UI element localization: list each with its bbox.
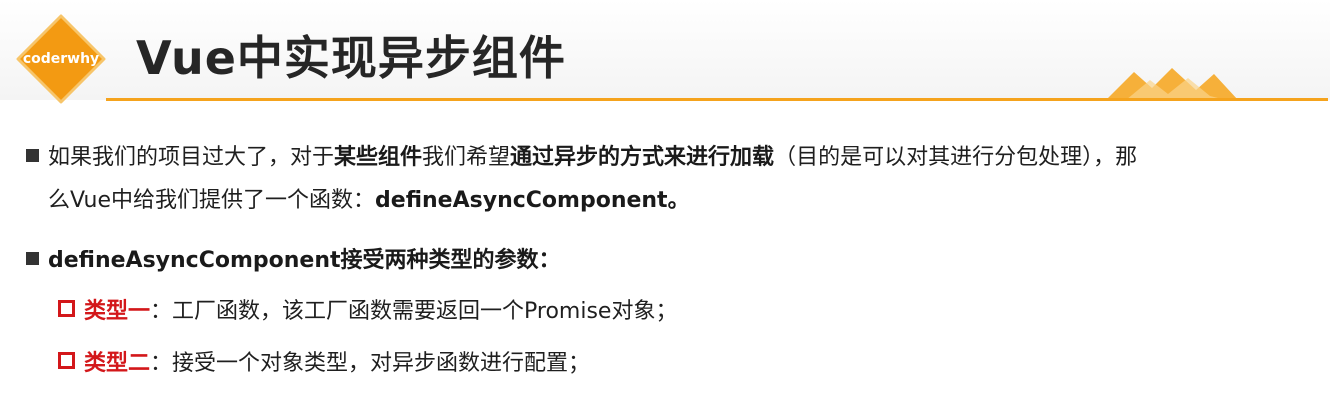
bullet-1-bold-b: 通过异步的方式来进行加载 [510,145,775,170]
bullet-1-text-b: 我们希望 [422,145,511,170]
sub-item-1-text: ：工厂函数，该工厂函数需要返回一个Promise对象； [150,299,678,324]
bullet-2-text: defineAsyncComponent接受两种类型的参数： [48,248,561,273]
mountains-decoration [1106,68,1238,100]
page-title: Vue中实现异步组件 [136,31,566,85]
bullet-1-text-a: 如果我们的项目过大了，对于 [48,145,335,170]
bullet-1-line-1: 如果我们的项目过大了，对于某些组件我们希望通过异步的方式来进行加载（目的是可以对… [26,143,1137,173]
bullet-1-line-2: 么Vue中给我们提供了一个函数：defineAsyncComponent。 [48,186,690,216]
header-rule [106,98,1328,101]
bullet-1-bold-a: 某些组件 [334,145,423,170]
bullet-2: defineAsyncComponent接受两种类型的参数： [26,246,561,276]
sub-item-1: 类型一：工厂函数，该工厂函数需要返回一个Promise对象； [58,297,677,327]
sub-item-2: 类型二：接受一个对象类型，对异步函数进行配置； [58,349,590,379]
bullet-square-icon [26,149,39,162]
sub-item-2-text: ：接受一个对象类型，对异步函数进行配置； [150,351,591,376]
logo-text: coderwhy [22,51,100,67]
sub-item-1-label: 类型一 [84,299,151,324]
bullet-1-text-d: 么Vue中给我们提供了一个函数： [48,188,376,213]
bullet-1-text-c: （目的是可以对其进行分包处理），那 [774,145,1138,170]
bullet-1-bold-c: defineAsyncComponent。 [375,188,690,213]
red-square-icon [58,352,75,369]
red-square-icon [58,300,75,317]
bullet-square-icon [26,252,39,265]
sub-item-2-label: 类型二 [84,351,151,376]
